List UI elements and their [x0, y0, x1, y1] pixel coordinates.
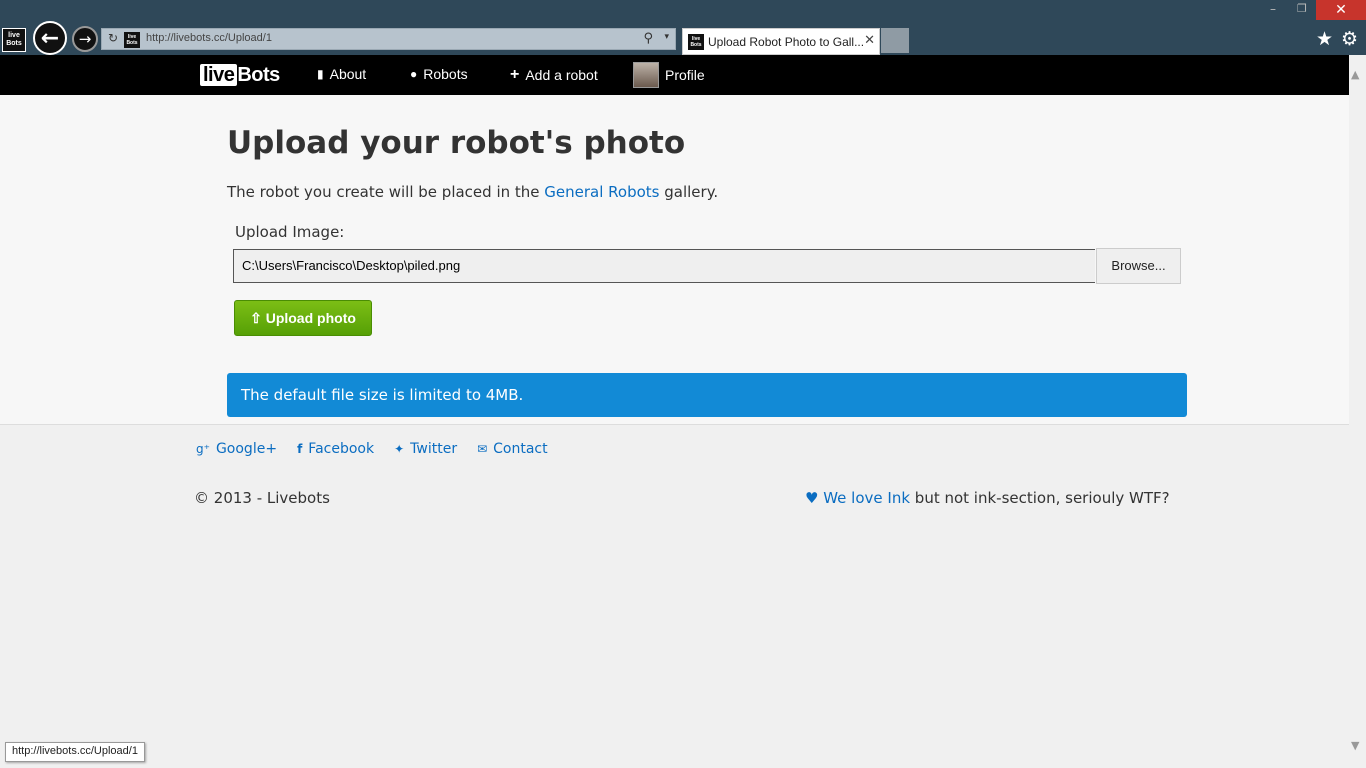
intro-text: The robot you create will be placed in t… [227, 183, 718, 201]
window-close-button[interactable]: ✕ [1316, 0, 1366, 20]
file-size-info-alert: The default file size is limited to 4MB. [227, 373, 1187, 417]
footer-link-label: Facebook [308, 441, 375, 457]
love-suffix: but not ink-section, seriouly WTF? [910, 489, 1170, 507]
file-path-input[interactable]: C:\Users\Francisco\Desktop\piled.png [233, 249, 1095, 283]
footer-links: g⁺ Google+ f Facebook ✦ Twitter ✉ Contact [196, 441, 548, 457]
arrow-right-icon: → [78, 30, 92, 48]
nav-robots-label: Robots [423, 66, 468, 82]
search-icon[interactable]: ⚲ [643, 31, 653, 46]
bookmark-icon: ▮ [317, 67, 324, 81]
avatar [633, 62, 659, 88]
refresh-icon[interactable]: ↻ [108, 31, 118, 45]
footer-link-contact[interactable]: ✉ Contact [477, 441, 548, 457]
nav-add-robot[interactable]: + Add a robot [510, 66, 598, 84]
nav-profile-label: Profile [665, 67, 705, 83]
logo-bots: Bots [237, 64, 280, 86]
chevron-down-icon[interactable]: ▾ [664, 32, 669, 42]
copyright-icon: © [194, 489, 209, 507]
nav-robots[interactable]: ● Robots [410, 66, 468, 82]
livebots-logo[interactable]: live Bots [200, 64, 280, 86]
forward-button[interactable]: → [72, 26, 98, 52]
browse-button[interactable]: Browse... [1096, 248, 1181, 284]
footer-link-label: Contact [493, 441, 548, 457]
google-plus-icon: g⁺ [196, 442, 210, 456]
arrow-left-icon: ← [40, 25, 60, 51]
address-bar[interactable]: ↻ live Bots http://livebots.cc/Upload/1 ⚲… [101, 28, 676, 50]
general-robots-link[interactable]: General Robots [544, 183, 659, 201]
plus-icon: + [510, 66, 520, 83]
footer-link-label: Google+ [215, 441, 278, 457]
intro-suffix: gallery. [659, 183, 719, 201]
twitter-icon: ✦ [394, 442, 405, 456]
upload-icon: ⇧ [250, 310, 262, 326]
intro-prefix: The robot you create will be placed in t… [227, 183, 545, 201]
close-icon: ✕ [1335, 2, 1347, 18]
tab-title: Upload Robot Photo to Gall... [708, 35, 865, 49]
upload-photo-button[interactable]: ⇧ Upload photo [234, 300, 372, 336]
page-title: Upload your robot's photo [227, 125, 686, 161]
tab-favicon: live Bots [688, 34, 704, 50]
close-tab-icon[interactable]: ✕ [864, 33, 875, 48]
nav-profile[interactable]: Profile [633, 62, 705, 88]
scroll-down-icon[interactable]: ▼ [1351, 739, 1359, 752]
scroll-up-icon[interactable]: ▲ [1351, 68, 1359, 81]
nav-about[interactable]: ▮ About [317, 66, 366, 82]
footer-link-google-plus[interactable]: g⁺ Google+ [196, 441, 277, 457]
livebots-favicon: live Bots [2, 28, 26, 52]
globe-icon: ● [410, 67, 418, 81]
site-navbar: live Bots ▮ About ● Robots + Add a robot … [0, 55, 1349, 95]
browser-tab-active[interactable]: live Bots Upload Robot Photo to Gall... ✕ [682, 28, 880, 55]
minimize-icon[interactable]: – [1270, 2, 1276, 16]
logo-live: live [200, 64, 238, 86]
back-button[interactable]: ← [33, 21, 67, 55]
url-text[interactable]: http://livebots.cc/Upload/1 [146, 32, 272, 44]
we-love-ink-link[interactable]: We love Ink [823, 489, 910, 507]
nav-add-robot-label: Add a robot [525, 67, 598, 83]
copyright-text: © 2013 - Livebots [194, 489, 330, 507]
upload-image-label: Upload Image: [235, 223, 345, 241]
browser-chrome: live Bots ← → ↻ live Bots http://livebots.… [0, 0, 1366, 55]
envelope-icon: ✉ [477, 442, 488, 456]
footer-link-twitter[interactable]: ✦ Twitter [394, 441, 457, 457]
new-tab-button[interactable] [881, 28, 909, 53]
favorites-star-icon[interactable]: ★ [1316, 28, 1333, 50]
status-url-tooltip: http://livebots.cc/Upload/1 [5, 742, 145, 762]
gear-icon[interactable]: ⚙ [1341, 28, 1358, 50]
facebook-icon: f [297, 442, 303, 456]
restore-icon[interactable]: ❐ [1297, 2, 1307, 15]
footer-link-label: Twitter [410, 441, 458, 457]
footer-link-facebook[interactable]: f Facebook [297, 441, 374, 457]
love-ink-text: ♥ We love Ink but not ink-section, serio… [805, 489, 1170, 507]
nav-about-label: About [329, 66, 367, 82]
upload-photo-label: Upload photo [265, 310, 356, 326]
heart-icon: ♥ [805, 489, 819, 507]
main-content: Upload your robot's photo The robot you … [0, 95, 1349, 425]
copyright-label: 2013 - Livebots [213, 489, 330, 507]
vertical-scrollbar[interactable] [1349, 55, 1366, 768]
site-favicon: live Bots [124, 32, 140, 48]
